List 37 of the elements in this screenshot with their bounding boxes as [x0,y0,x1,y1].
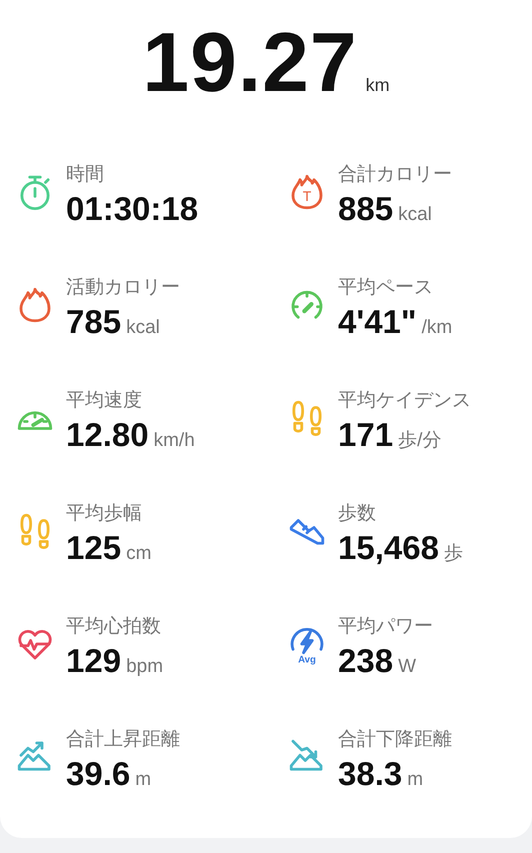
metric-label: 活動カロリー [66,276,180,300]
metric-label: 合計下降距離 [338,728,452,752]
distance-unit: km [366,75,390,96]
metric-label: 合計上昇距離 [66,728,180,752]
metric-unit: m [135,769,152,791]
metric-value: 38.3 [338,754,402,794]
metric-unit: kcal [126,317,160,339]
metric-value: 171 [338,415,394,455]
metric-unit: kcal [398,204,432,226]
metric-value: 12.80 [66,415,149,455]
metric-unit: bpm [126,656,164,678]
metric-unit: W [398,656,416,678]
metric-value: 4'41" [338,302,417,342]
metric-value: 238 [338,641,394,681]
metric-value: 129 [66,641,122,681]
metric-label: 歩数 [338,502,377,526]
metric-unit: cm [126,543,152,565]
metric-value: 885 [338,189,394,229]
metric-label: 平均ペース [338,276,434,300]
metric-unit: 歩/分 [398,429,442,453]
metric-value: 15,468 [338,528,439,568]
metric-label: 平均速度 [66,389,143,413]
metric-unit: /km [422,317,452,339]
metric-label: 平均歩幅 [66,502,143,526]
metric-label: 時間 [66,163,105,187]
metric-unit: km/h [154,430,195,452]
metric-value: 125 [66,528,122,568]
metric-value: 39.6 [66,754,130,794]
distance-value: 19.27 [142,14,358,111]
metric-label: 平均心拍数 [66,615,162,639]
metric-label: 合計カロリー [338,163,452,187]
metric-unit: 歩 [444,542,463,566]
metric-unit: m [407,769,424,791]
metric-value: 01:30:18 [66,189,198,229]
metric-label: 平均ケイデンス [338,389,471,413]
metric-label: 平均パワー [338,615,433,639]
metric-value: 785 [66,302,122,342]
